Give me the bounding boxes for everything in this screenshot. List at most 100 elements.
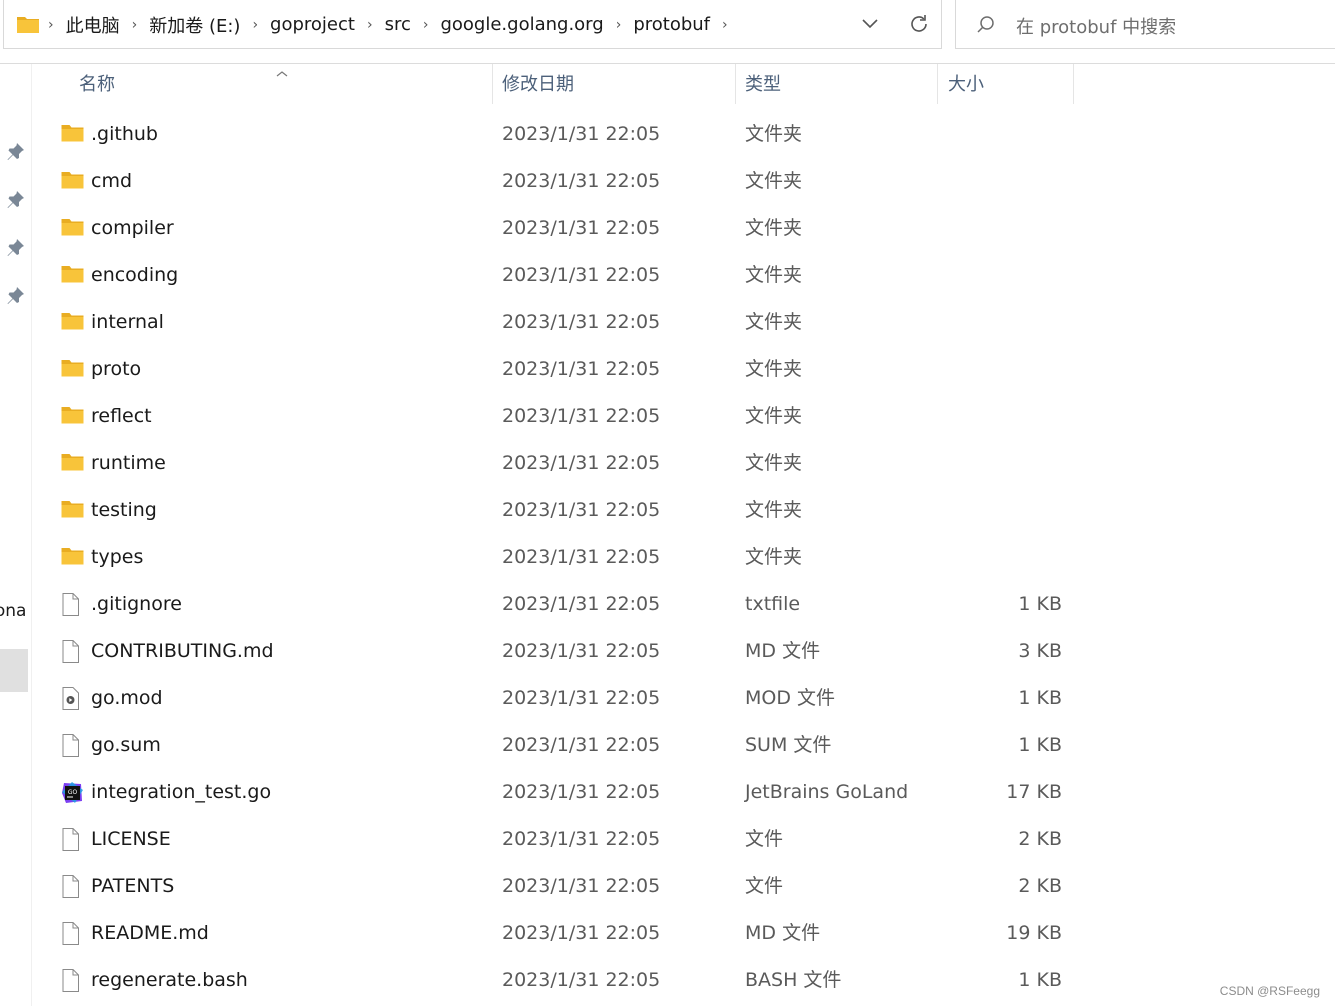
- file-date: 2023/1/31 22:05: [502, 170, 661, 192]
- file-date: 2023/1/31 22:05: [502, 546, 661, 568]
- chevron-right-icon[interactable]: ›: [722, 17, 728, 33]
- column-modified[interactable]: 修改日期: [502, 64, 574, 106]
- file-row[interactable]: runtime 2023/1/31 22:05 文件夹: [0, 440, 1335, 487]
- chevron-right-icon[interactable]: ›: [367, 17, 373, 33]
- search-icon: [976, 15, 996, 39]
- chevron-down-icon[interactable]: [860, 16, 880, 36]
- file-size: [940, 393, 1062, 440]
- file-icon: [61, 828, 84, 851]
- column-size[interactable]: 大小: [948, 64, 984, 106]
- file-name[interactable]: reflect: [91, 393, 152, 440]
- file-type: 文件夹: [745, 264, 803, 286]
- folder-icon: [61, 123, 84, 146]
- file-row[interactable]: cmd 2023/1/31 22:05 文件夹: [0, 158, 1335, 205]
- file-name[interactable]: integration_test.go: [91, 769, 271, 816]
- file-row[interactable]: proto 2023/1/31 22:05 文件夹: [0, 346, 1335, 393]
- file-size: 3 KB: [1018, 640, 1062, 662]
- file-name[interactable]: compiler: [91, 205, 174, 252]
- file-size: [940, 440, 1062, 487]
- file-icon: [61, 593, 84, 616]
- search-box[interactable]: 在 protobuf 中搜索: [955, 0, 1335, 49]
- chevron-right-icon[interactable]: ›: [48, 17, 54, 33]
- file-row[interactable]: reflect 2023/1/31 22:05 文件夹: [0, 393, 1335, 440]
- file-name[interactable]: go.sum: [91, 722, 161, 769]
- breadcrumb-item[interactable]: google.golang.org: [440, 14, 603, 35]
- goland-icon: GO: [61, 781, 84, 804]
- file-name[interactable]: README.md: [91, 910, 209, 957]
- chevron-right-icon[interactable]: ›: [252, 17, 258, 33]
- file-row[interactable]: .gitignore 2023/1/31 22:05 txtfile 1 KB: [0, 581, 1335, 628]
- file-size: 2 KB: [1018, 875, 1062, 897]
- file-row[interactable]: GO integration_test.go 2023/1/31 22:05 JetB…: [0, 769, 1335, 816]
- file-date: 2023/1/31 22:05: [502, 405, 661, 427]
- file-name[interactable]: CONTRIBUTING.md: [91, 628, 274, 675]
- file-name[interactable]: regenerate.bash: [91, 957, 248, 1004]
- file-icon: [61, 875, 84, 898]
- file-icon: [61, 734, 84, 757]
- file-icon: [61, 640, 84, 663]
- file-name[interactable]: .gitignore: [91, 581, 182, 628]
- file-row[interactable]: compiler 2023/1/31 22:05 文件夹: [0, 205, 1335, 252]
- column-type[interactable]: 类型: [745, 64, 781, 106]
- chevron-right-icon[interactable]: ›: [423, 17, 429, 33]
- column-divider[interactable]: [937, 64, 938, 104]
- chevron-right-icon[interactable]: ›: [616, 17, 622, 33]
- file-name[interactable]: runtime: [91, 440, 166, 487]
- breadcrumb-item[interactable]: 新加卷 (E:): [149, 12, 240, 38]
- file-date: 2023/1/31 22:05: [502, 499, 661, 521]
- file-row[interactable]: PATENTS 2023/1/31 22:05 文件 2 KB: [0, 863, 1335, 910]
- file-name[interactable]: types: [91, 534, 143, 581]
- column-divider[interactable]: [492, 64, 493, 104]
- chevron-right-icon[interactable]: ›: [132, 17, 138, 33]
- column-divider[interactable]: [735, 64, 736, 104]
- file-size: [940, 346, 1062, 393]
- file-date: 2023/1/31 22:05: [502, 452, 661, 474]
- file-name[interactable]: cmd: [91, 158, 132, 205]
- file-row[interactable]: .github 2023/1/31 22:05 文件夹: [0, 111, 1335, 158]
- file-row[interactable]: encoding 2023/1/31 22:05 文件夹: [0, 252, 1335, 299]
- file-name[interactable]: encoding: [91, 252, 178, 299]
- file-type: MD 文件: [745, 922, 821, 944]
- file-type: 文件夹: [745, 311, 803, 333]
- column-header: 名称 修改日期 类型 大小: [0, 64, 1335, 106]
- file-type: 文件: [745, 828, 784, 850]
- folder-icon: [61, 452, 84, 475]
- file-row[interactable]: LICENSE 2023/1/31 22:05 文件 2 KB: [0, 816, 1335, 863]
- breadcrumb-item[interactable]: src: [385, 14, 411, 35]
- file-name[interactable]: go.mod: [91, 675, 163, 722]
- file-row[interactable]: internal 2023/1/31 22:05 文件夹: [0, 299, 1335, 346]
- file-name[interactable]: LICENSE: [91, 816, 171, 863]
- file-date: 2023/1/31 22:05: [502, 640, 661, 662]
- file-name[interactable]: proto: [91, 346, 141, 393]
- folder-icon: [16, 14, 40, 38]
- file-size: [940, 111, 1062, 158]
- file-date: 2023/1/31 22:05: [502, 311, 661, 333]
- column-divider[interactable]: [1073, 64, 1074, 104]
- address-bar[interactable]: › 此电脑 › 新加卷 (E:) › goproject › src › google.golan…: [3, 0, 942, 49]
- file-row[interactable]: CONTRIBUTING.md 2023/1/31 22:05 MD 文件 3 KB: [0, 628, 1335, 675]
- folder-icon: [61, 264, 84, 287]
- file-row[interactable]: go.mod 2023/1/31 22:05 MOD 文件 1 KB: [0, 675, 1335, 722]
- file-row[interactable]: regenerate.bash 2023/1/31 22:05 BASH 文件 1 K…: [0, 957, 1335, 1004]
- file-icon: [61, 922, 84, 945]
- file-size: 1 KB: [1018, 734, 1062, 756]
- folder-icon: [61, 546, 84, 569]
- file-row[interactable]: go.sum 2023/1/31 22:05 SUM 文件 1 KB: [0, 722, 1335, 769]
- file-type: 文件夹: [745, 546, 803, 568]
- breadcrumb-item[interactable]: 此电脑: [66, 12, 120, 38]
- file-name[interactable]: internal: [91, 299, 164, 346]
- breadcrumb-item[interactable]: protobuf: [633, 14, 710, 35]
- file-type: BASH 文件: [745, 969, 842, 991]
- file-name[interactable]: PATENTS: [91, 863, 174, 910]
- file-size: [940, 252, 1062, 299]
- file-name[interactable]: .github: [91, 111, 158, 158]
- refresh-icon[interactable]: [907, 12, 931, 40]
- file-row[interactable]: testing 2023/1/31 22:05 文件夹: [0, 487, 1335, 534]
- breadcrumb-item[interactable]: goproject: [270, 14, 355, 35]
- column-name[interactable]: 名称: [79, 64, 115, 106]
- file-size: [940, 299, 1062, 346]
- file-name[interactable]: testing: [91, 487, 157, 534]
- file-row[interactable]: README.md 2023/1/31 22:05 MD 文件 19 KB: [0, 910, 1335, 957]
- folder-icon: [61, 170, 84, 193]
- file-row[interactable]: types 2023/1/31 22:05 文件夹: [0, 534, 1335, 581]
